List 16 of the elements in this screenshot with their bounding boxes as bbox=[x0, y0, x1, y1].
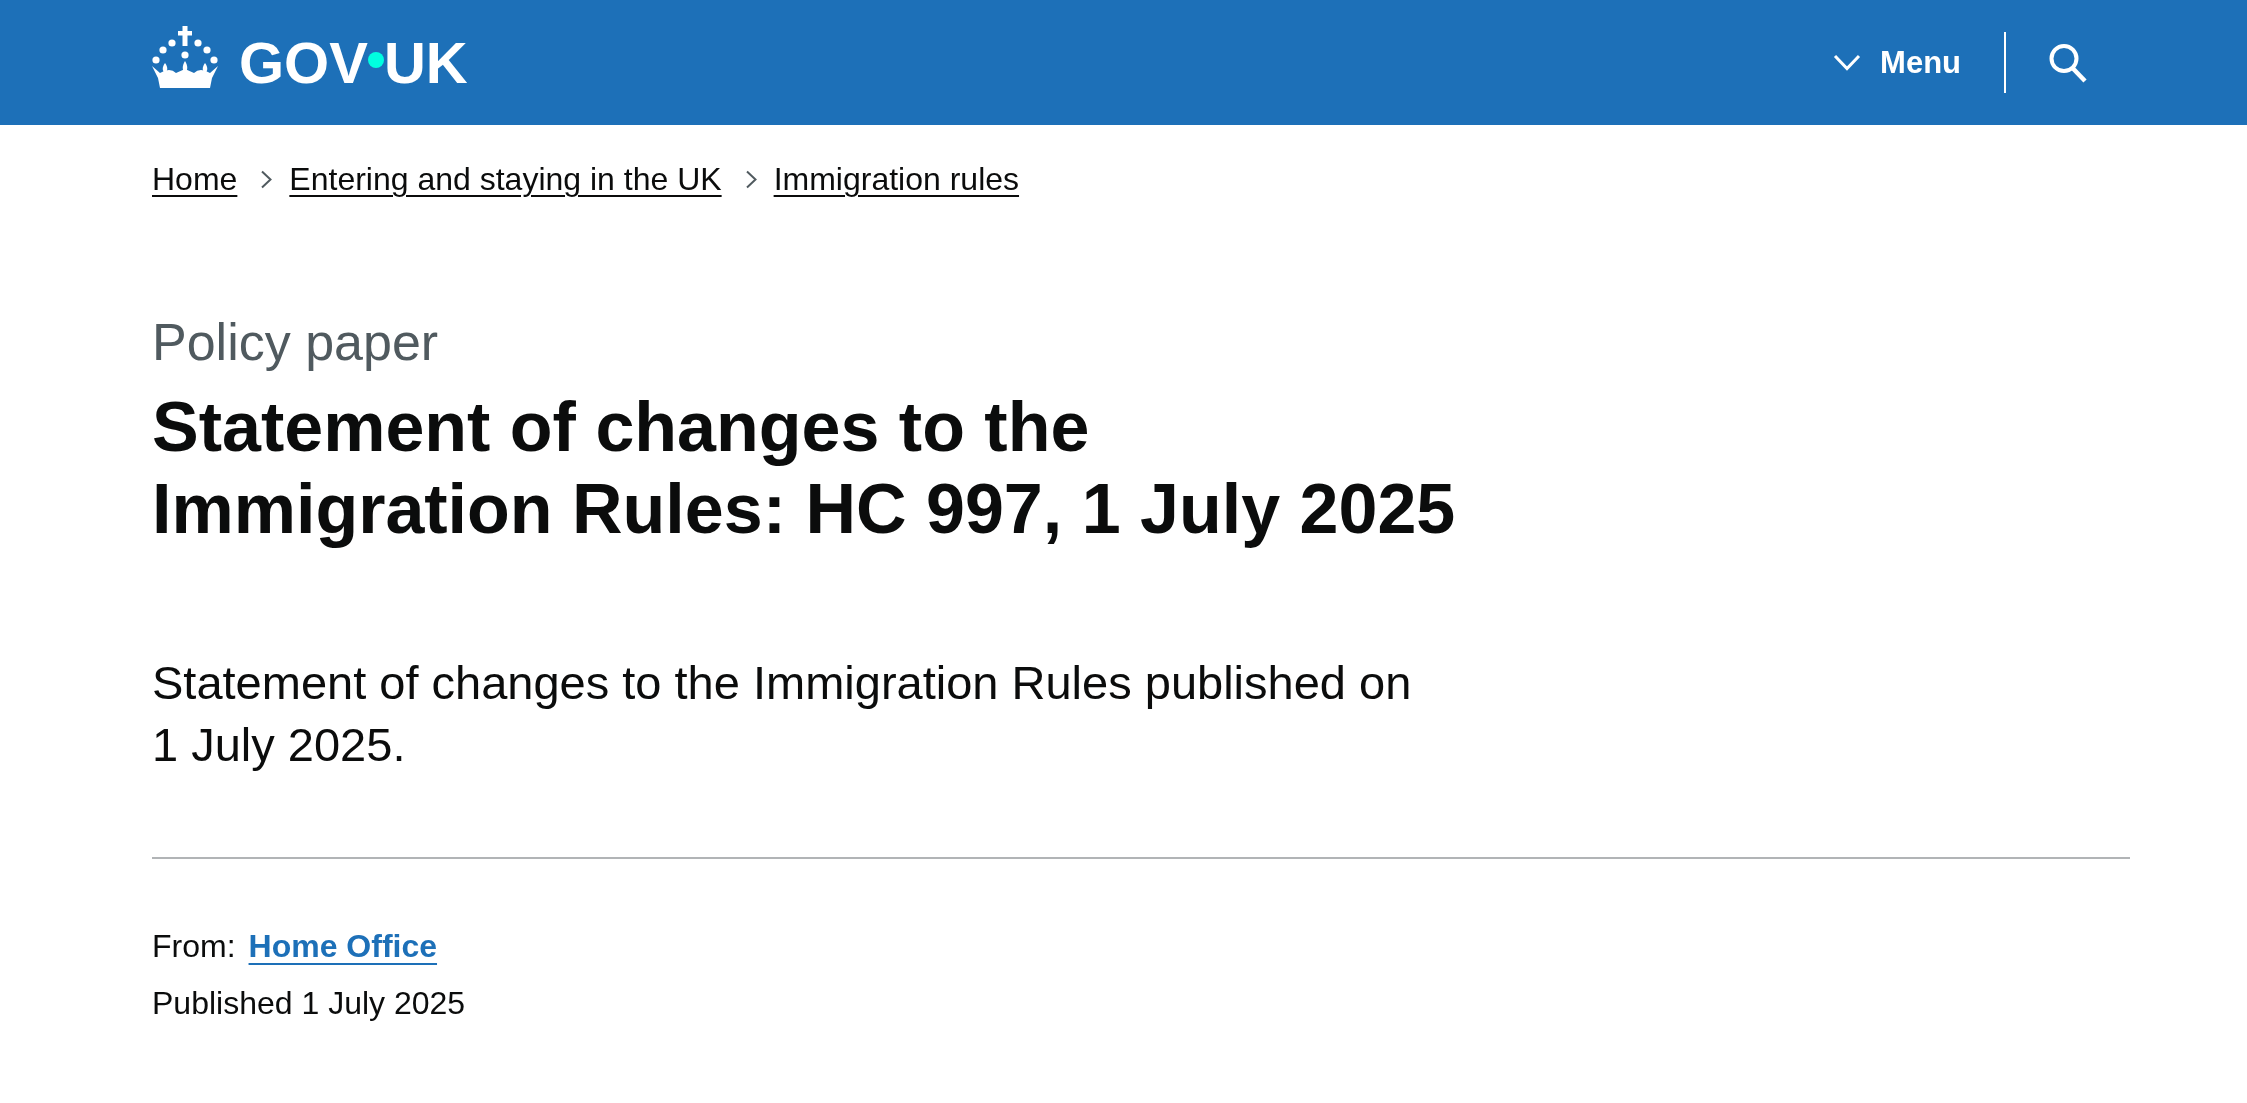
search-icon bbox=[2049, 42, 2087, 83]
document-type: Policy paper bbox=[152, 312, 440, 372]
crown-icon bbox=[152, 26, 218, 88]
organisation-link[interactable]: Home Office bbox=[248, 926, 438, 966]
dot-icon bbox=[367, 51, 384, 68]
from-label: From: bbox=[152, 927, 236, 966]
chevron-right-icon bbox=[260, 169, 274, 189]
breadcrumb-link[interactable]: Immigration rules bbox=[773, 159, 1020, 199]
page-title: Statement of changes to the Immigration Rules: HC 997, 1 July 2025 bbox=[152, 387, 1457, 550]
published-date: Published 1 July 2025 bbox=[152, 984, 467, 1023]
menu-button[interactable]: Menu bbox=[1811, 34, 1982, 91]
breadcrumb-link[interactable]: Home bbox=[152, 159, 238, 199]
govuk-logo-link[interactable]: GOV UK bbox=[152, 26, 468, 99]
summary-text: Statement of changes to the Immigration Rules published on 1 July 2025. bbox=[152, 655, 1413, 773]
chevron-right-icon bbox=[744, 169, 758, 189]
breadcrumb-link[interactable]: Entering and staying in the UK bbox=[289, 159, 722, 199]
